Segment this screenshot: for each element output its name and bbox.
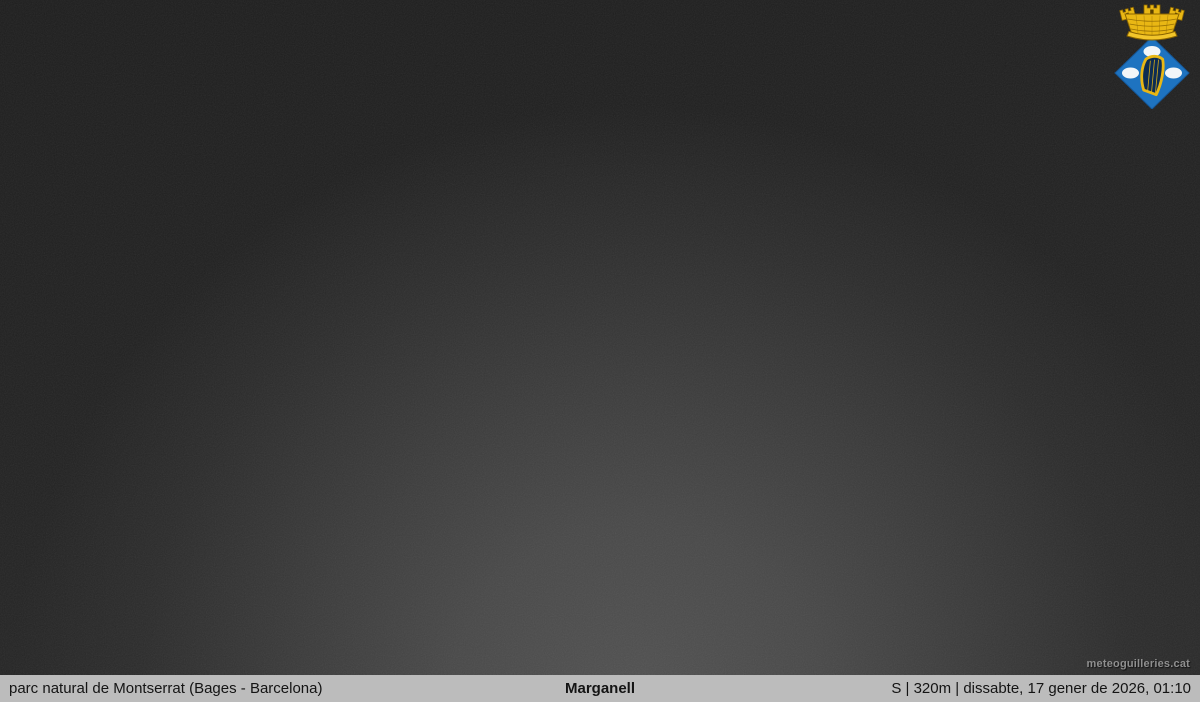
watermark-label: meteoguilleries.cat <box>1087 658 1190 670</box>
silver-oval-left <box>1122 68 1139 79</box>
mural-crown-icon <box>1120 5 1185 40</box>
webcam-viewer: meteoguilleries.cat parc natural de Mont… <box>0 0 1200 702</box>
caption-bar: parc natural de Montserrat (Bages - Barc… <box>0 675 1200 702</box>
station-name-label: Marganell <box>565 675 635 702</box>
station-info-label: S | 320m | dissabte, 17 gener de 2026, 0… <box>891 675 1191 702</box>
location-label: parc natural de Montserrat (Bages - Barc… <box>9 675 322 702</box>
silver-oval-right <box>1165 68 1182 79</box>
webcam-photo <box>0 0 1200 702</box>
marganell-coat-of-arms-icon <box>1112 3 1192 109</box>
